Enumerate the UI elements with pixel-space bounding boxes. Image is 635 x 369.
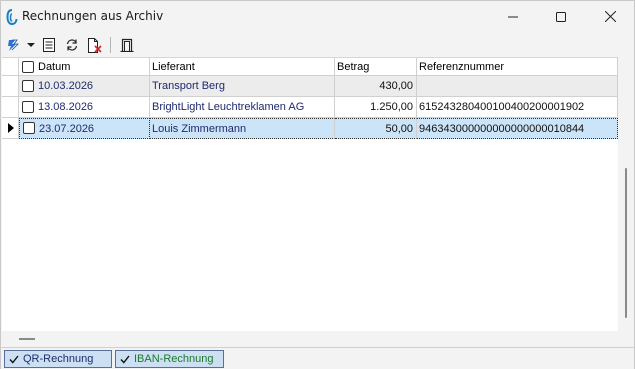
cell-betrag[interactable]: 430,00 [335, 76, 417, 97]
window-title: Rechnungen aus Archiv [22, 9, 164, 23]
cell-lieferant[interactable]: BrightLight Leuchtreklamen AG [150, 97, 335, 118]
title-bar[interactable]: Rechnungen aus Archiv [1, 1, 634, 32]
cell-datum[interactable]: 10.03.2026 [19, 76, 150, 97]
filter-tab-bar: QR-Rechnung IBAN-Rechnung [1, 347, 634, 369]
toolbar-separator [110, 37, 111, 53]
exit-door-icon [120, 38, 134, 52]
column-header-referenznummer[interactable]: Referenznummer [417, 58, 618, 76]
delete-document-button[interactable] [86, 36, 104, 54]
current-row-arrow-icon [8, 123, 14, 133]
header-corner [2, 58, 19, 76]
cell-datum[interactable]: 13.08.2026 [19, 97, 150, 118]
refresh-icon [66, 39, 78, 51]
delete-document-icon [88, 37, 102, 53]
vertical-scrollbar[interactable] [618, 57, 633, 331]
archive-window: Rechnungen aus Archiv Datum Lieferant Be… [0, 0, 635, 369]
cell-betrag[interactable]: 50,00 [335, 118, 417, 139]
refresh-button[interactable] [64, 36, 80, 54]
invoice-grid[interactable]: Datum Lieferant Betrag Referenznummer 10… [2, 57, 618, 331]
cell-lieferant[interactable]: Louis Zimmermann [150, 118, 335, 139]
cell-referenz[interactable]: 946343000000000000000010844 [417, 118, 618, 139]
minimize-button[interactable] [490, 1, 536, 32]
column-header-lieferant[interactable]: Lieferant [150, 58, 335, 76]
close-button[interactable] [587, 1, 633, 32]
checkmark-icon [9, 355, 19, 364]
column-header-betrag[interactable]: Betrag [335, 58, 417, 76]
row-indicator[interactable] [2, 97, 19, 118]
cell-referenz[interactable] [417, 76, 618, 97]
maximize-button[interactable] [538, 1, 584, 32]
toolbar [1, 34, 634, 56]
row-indicator[interactable] [2, 118, 19, 139]
checkmark-icon [120, 355, 130, 364]
exit-button[interactable] [118, 36, 136, 54]
dropdown-arrow-icon [27, 43, 35, 47]
lightning-dropdown[interactable] [26, 36, 36, 54]
maximize-icon [556, 11, 566, 22]
row-indicator[interactable] [2, 76, 19, 97]
cell-lieferant[interactable]: Transport Berg [150, 76, 335, 97]
row-checkbox[interactable] [23, 122, 35, 134]
close-icon [604, 11, 616, 22]
cell-datum[interactable]: 23.07.2026 [19, 118, 150, 139]
lightning-icon [8, 39, 19, 51]
app-logo-icon [6, 9, 18, 25]
vertical-scrollbar-thumb[interactable] [625, 168, 627, 318]
tab-qr-rechnung[interactable]: QR-Rechnung [4, 350, 112, 368]
list-button[interactable] [41, 36, 57, 54]
cell-betrag[interactable]: 1.250,00 [335, 97, 417, 118]
horizontal-scrollbar-thumb[interactable] [19, 338, 35, 340]
column-header-datum[interactable]: Datum [19, 58, 150, 76]
tab-iban-rechnung[interactable]: IBAN-Rechnung [115, 350, 224, 368]
lightning-button[interactable] [5, 36, 21, 54]
minimize-icon [508, 16, 518, 17]
row-checkbox[interactable] [22, 101, 34, 113]
cell-referenz[interactable]: 615243280400100400200001902 [417, 97, 618, 118]
row-checkbox[interactable] [22, 80, 34, 92]
list-icon [43, 38, 55, 52]
select-all-checkbox[interactable] [22, 61, 34, 73]
